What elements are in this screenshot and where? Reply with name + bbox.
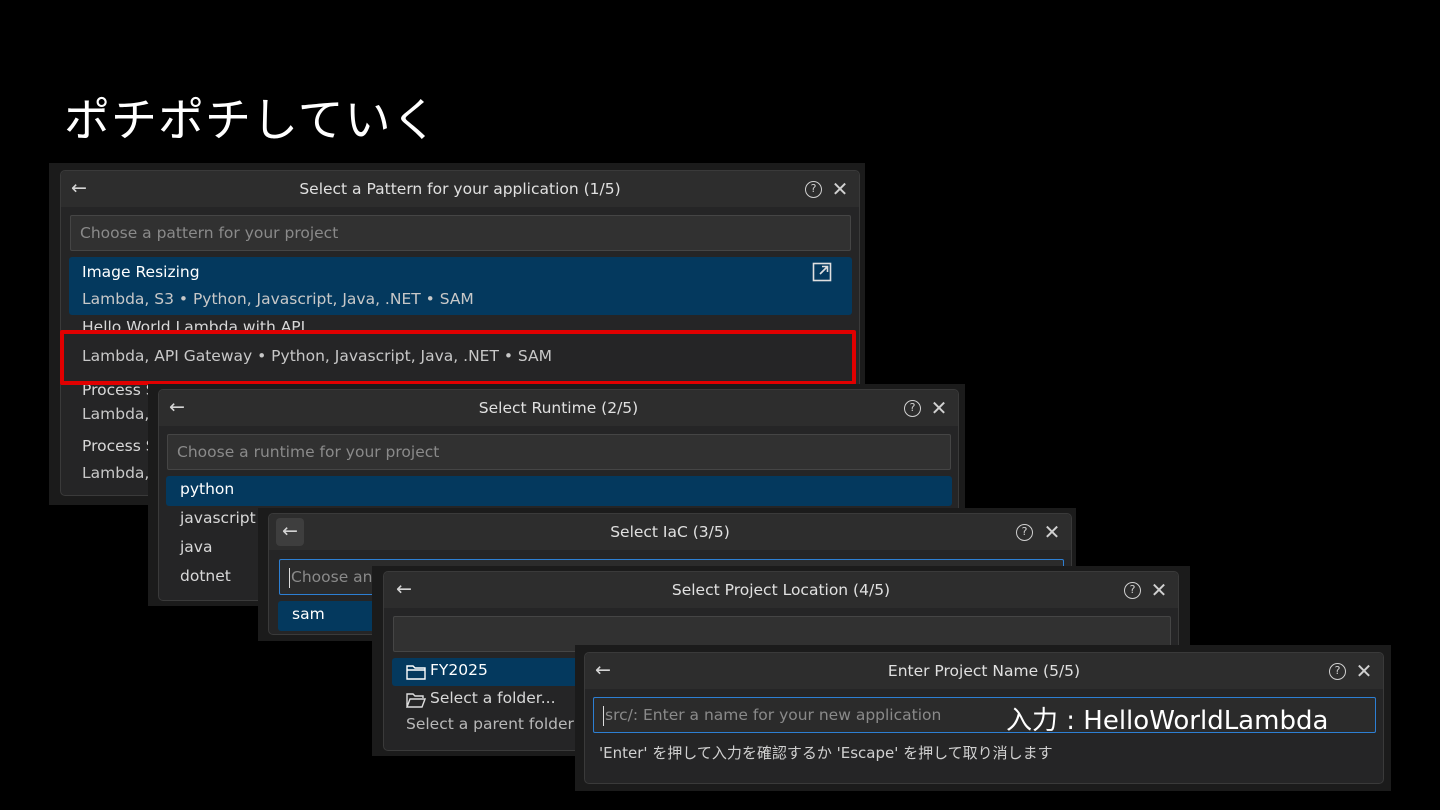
help-icon[interactable]: ? (805, 181, 822, 198)
item-label: sam (292, 605, 325, 623)
item-label: dotnet (180, 567, 231, 585)
quick-pick-title: Enter Project Name (5/5) (887, 662, 1081, 680)
runtime-search-input[interactable]: Choose a runtime for your project (167, 434, 951, 470)
item-label: Process S (82, 437, 156, 455)
help-icon[interactable]: ? (904, 400, 921, 417)
item-label: Select a folder... (430, 689, 556, 707)
text-caret (603, 705, 604, 726)
close-icon[interactable]: ✕ (1352, 656, 1376, 686)
close-icon[interactable]: ✕ (828, 174, 852, 204)
quick-pick-title: Select IaC (3/5) (610, 523, 730, 541)
folder-open-icon (406, 693, 426, 708)
item-label: java (180, 538, 213, 556)
item-detail: Select a parent folder f (406, 715, 585, 733)
item-label: FY2025 (430, 661, 488, 679)
input-annotation: 入力 : HelloWorldLambda (1006, 706, 1329, 736)
help-icon[interactable]: ? (1016, 524, 1033, 541)
text-caret (289, 567, 290, 588)
list-item[interactable]: Image Resizing Lambda, S3 • Python, Java… (69, 257, 852, 315)
open-external-icon[interactable] (812, 262, 832, 282)
item-detail: Lambda, S3 • Python, Javascript, Java, .… (82, 290, 474, 308)
item-detail: Lambda, (82, 464, 150, 482)
folder-icon (406, 665, 426, 680)
slide-title: ポチポチしていく (64, 93, 439, 147)
highlight-box (60, 330, 856, 385)
close-icon[interactable]: ✕ (1040, 517, 1064, 547)
input-placeholder: Choose an (291, 568, 373, 586)
quick-pick-title: Select a Pattern for your application (1… (299, 180, 621, 198)
list-item[interactable]: python (166, 476, 952, 506)
item-label: Image Resizing (82, 263, 200, 281)
close-icon[interactable]: ✕ (1147, 575, 1171, 605)
input-hint: 'Enter' を押して入力を確認するか 'Escape' を押して取り消します (599, 744, 1053, 762)
item-detail: Lambda, (82, 405, 150, 423)
quick-pick-title: Select Project Location (4/5) (671, 581, 891, 599)
close-icon[interactable]: ✕ (927, 393, 951, 423)
pattern-search-input[interactable]: Choose a pattern for your project (70, 215, 851, 251)
input-placeholder: src/: Enter a name for your new applicat… (605, 706, 942, 724)
help-icon[interactable]: ? (1124, 582, 1141, 599)
item-label: python (180, 480, 235, 498)
quick-pick-title: Select Runtime (2/5) (478, 399, 639, 417)
item-label: javascript (180, 509, 256, 527)
help-icon[interactable]: ? (1329, 663, 1346, 680)
